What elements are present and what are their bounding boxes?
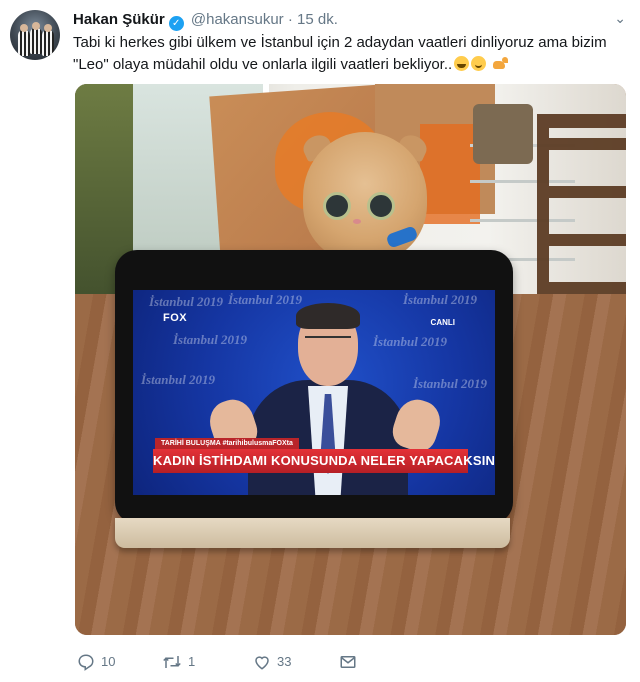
- tv-live-label: CANLI: [430, 318, 455, 327]
- author-name[interactable]: Hakan Şükür: [73, 11, 165, 28]
- avatar-head: [20, 24, 28, 32]
- tv-watermark: İstanbul 2019: [141, 372, 216, 387]
- chevron-down-icon[interactable]: ⌄: [614, 10, 626, 27]
- reply-count: 10: [101, 653, 116, 669]
- like-count: 33: [277, 653, 292, 669]
- reply-button[interactable]: 10: [77, 650, 115, 672]
- tablet-stand: [115, 518, 510, 548]
- tweet-photo[interactable]: İstanbul 2019 İstanbul 2019 İstanbul 201…: [75, 84, 626, 635]
- tablet: İstanbul 2019 İstanbul 2019 İstanbul 201…: [115, 250, 513, 524]
- reply-icon: [78, 654, 94, 671]
- tv-person-hair: [296, 303, 360, 329]
- tweet-text: Tabi ki herkes gibi ülkem ve İstanbul iç…: [73, 32, 628, 76]
- tweet-time[interactable]: 15 dk.: [297, 11, 338, 28]
- mail-icon: [340, 655, 356, 668]
- avatar-figure: [42, 30, 54, 56]
- tweet-text-line: "Leo" olaya müdahil oldu ve onlarla ilgi…: [73, 56, 453, 73]
- tv-watermark: İstanbul 2019: [173, 332, 248, 347]
- tv-watermark: İstanbul 2019: [373, 334, 448, 349]
- author-handle[interactable]: @hakansukur: [191, 11, 284, 28]
- tablet-screen: İstanbul 2019 İstanbul 2019 İstanbul 201…: [133, 290, 495, 495]
- tv-ticker: KADIN İSTİHDAMI KONUSUNDA NELER YAPACAKS…: [153, 449, 495, 473]
- cat-eye: [323, 192, 351, 220]
- tv-watermark: İstanbul 2019: [149, 294, 224, 309]
- retweet-button[interactable]: 1: [162, 650, 195, 672]
- tv-hashtag-bar: TARİHİ BULUŞMA #tarihibulusmaFOXta: [155, 438, 299, 449]
- heart-icon: [255, 655, 269, 670]
- tv-person-glasses: [305, 336, 351, 349]
- tv-watermark: İstanbul 2019: [228, 292, 303, 307]
- photo-basket: [473, 104, 533, 164]
- tv-watermark: İstanbul 2019: [413, 376, 488, 391]
- tweet-text-line-2: "Leo" olaya müdahil oldu ve onlarla ilgi…: [73, 54, 628, 76]
- tweet-header: Hakan Şükür ✓ @hakansukur · 15 dk.: [73, 11, 338, 31]
- winking-face-icon: [471, 56, 487, 71]
- cat-eye: [367, 192, 395, 220]
- grinning-squinting-face-icon: [454, 56, 470, 71]
- cat-icon: [492, 57, 509, 70]
- tv-channel-logo: FOX: [163, 312, 188, 324]
- avatar-head: [32, 22, 40, 30]
- avatar-figure: [18, 30, 30, 56]
- direct-message-button[interactable]: [339, 650, 357, 672]
- cat-head: [303, 132, 427, 262]
- avatar[interactable]: [10, 10, 60, 60]
- tv-watermark: İstanbul 2019: [403, 292, 478, 307]
- avatar-figure: [30, 28, 42, 54]
- verified-badge-icon: ✓: [168, 16, 184, 31]
- separator-dot: ·: [287, 11, 293, 28]
- like-button[interactable]: 33: [253, 650, 291, 672]
- cat-nose: [353, 219, 361, 224]
- avatar-head: [44, 24, 52, 32]
- tweet-text-line: Tabi ki herkes gibi ülkem ve İstanbul iç…: [73, 34, 607, 51]
- retweet-count: 1: [188, 653, 196, 669]
- retweet-icon: [163, 655, 181, 668]
